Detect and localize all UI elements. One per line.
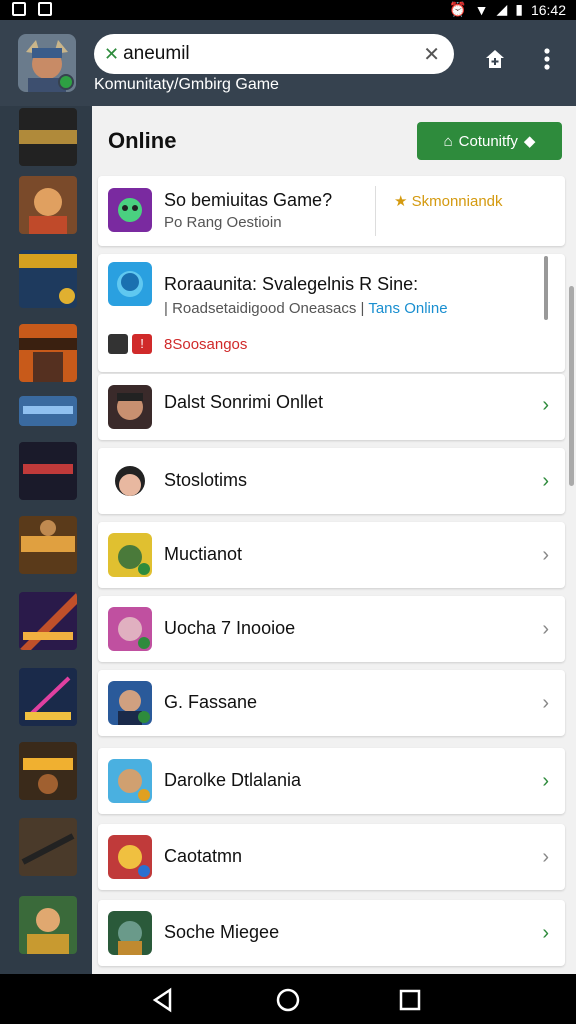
game-thumbnail[interactable] [19, 516, 77, 574]
featured-title: So bemiuitas Game? [164, 190, 333, 210]
game-thumbnail[interactable] [19, 250, 77, 308]
list-item-title: Caotatmn [164, 846, 243, 866]
divider [375, 186, 376, 236]
mini-avatar [108, 334, 128, 354]
list-item[interactable]: Dalst Sonrimi Onllet › [98, 374, 565, 440]
chevron-right-icon: › [542, 846, 549, 868]
game-thumbnail[interactable] [19, 176, 77, 234]
game-thumbnail[interactable] [19, 742, 77, 800]
details-card[interactable]: Roraaunita: Svalegelnis R Sine: | Roadse… [98, 254, 565, 372]
main-content: Online ⌂ Cotunitfy ◆ So bemiuitas Game? … [92, 106, 576, 974]
user-avatar [108, 459, 152, 503]
back-icon[interactable] [150, 987, 176, 1013]
online-link[interactable]: Tans Online [368, 300, 447, 317]
game-thumbnail[interactable] [19, 396, 77, 426]
game-thumbnail[interactable] [19, 896, 77, 954]
list-item-title: Uocha 7 Inooioe [164, 618, 296, 638]
recents-icon[interactable] [397, 987, 423, 1013]
list-item-title: Soche Miegee [164, 922, 280, 942]
wifi-icon: ▼ [474, 1, 489, 18]
game-thumbnail [108, 385, 152, 429]
game-thumbnail [108, 835, 152, 879]
list-item-title: G. Fassane [164, 692, 258, 712]
scrollbar[interactable] [569, 286, 574, 486]
app-bar: ✕ aneumil ✕ Komunitaty/Gmbirg Game [0, 20, 576, 106]
chevron-right-icon: › [542, 692, 549, 714]
list-item[interactable]: Uocha 7 Inooioe › [98, 596, 565, 662]
community-icon: ⌂ [443, 132, 453, 150]
game-thumbnail [108, 607, 152, 651]
list-item[interactable]: Darolke Dtlalania › [98, 748, 565, 814]
battery-icon: ▮ [515, 1, 523, 17]
notification-icon [12, 2, 26, 16]
add-home-icon[interactable] [480, 44, 510, 74]
list-item[interactable]: Muctianot › [98, 522, 565, 588]
status-bar: ⏰ ▼ ◢ ▮ 16:42 [0, 0, 576, 20]
game-thumbnail[interactable] [19, 108, 77, 166]
featured-side-label[interactable]: ★ Skmonniandk [394, 192, 503, 210]
signal-icon: ◢ [496, 1, 508, 17]
avatar[interactable] [18, 34, 76, 92]
chevron-right-icon: › [542, 770, 549, 792]
details-meta: | Roadsetaidigood Oneasacs | Tans Online [164, 300, 448, 317]
game-thumbnail[interactable] [19, 592, 77, 650]
featured-card[interactable]: So bemiuitas Game? Po Rang Oestioin ★ Sk… [98, 176, 565, 246]
app-subtitle: Komunitaty/Gmbirg Game [94, 76, 279, 93]
home-icon[interactable] [275, 987, 301, 1013]
game-thumbnail [108, 188, 152, 232]
chevron-right-icon: › [542, 618, 549, 640]
details-title: Roraaunita: Svalegelnis R Sine: [164, 274, 419, 294]
game-thumbnail [108, 262, 152, 306]
clear-icon[interactable]: ✕ [423, 42, 440, 67]
system-nav-bar [0, 974, 576, 1024]
list-item[interactable]: Soche Miegee › [98, 900, 565, 966]
clock: 16:42 [530, 1, 566, 18]
list-item-title: Dalst Sonrimi Onllet [164, 392, 324, 412]
game-thumbnail[interactable] [19, 324, 77, 382]
alert-icon: ! [132, 334, 152, 354]
search-query: aneumil [123, 43, 190, 64]
chevron-right-icon: › [542, 470, 549, 492]
details-warning: 8Soosangos [164, 336, 248, 353]
game-thumbnail[interactable] [19, 818, 77, 876]
list-item-title: Muctianot [164, 544, 243, 564]
star-icon: ★ [394, 193, 412, 210]
game-rail [0, 106, 92, 974]
more-vert-icon[interactable] [532, 44, 562, 74]
chevron-right-icon: › [542, 922, 549, 944]
community-button[interactable]: ⌂ Cotunitfy ◆ [417, 122, 562, 160]
chevron-right-icon: › [542, 544, 549, 566]
plus-icon: ✕ [104, 43, 120, 64]
game-thumbnail[interactable] [19, 668, 77, 726]
list-item[interactable]: Stoslotims › [98, 448, 565, 514]
list-item[interactable]: G. Fassane › [98, 670, 565, 736]
game-thumbnail [108, 533, 152, 577]
screenshot-icon [38, 2, 52, 16]
chevron-right-icon: › [542, 394, 549, 416]
list-item-title: Darolke Dtlalania [164, 770, 302, 790]
game-thumbnail [108, 681, 152, 725]
game-thumbnail[interactable] [19, 442, 77, 500]
search-input[interactable]: ✕ aneumil ✕ [94, 34, 454, 74]
featured-subtitle: Po Rang Oestioin [164, 214, 282, 231]
list-item-title: Stoslotims [164, 470, 248, 490]
community-button-label: Cotunitfy [458, 132, 518, 150]
card-scrollbar[interactable] [544, 256, 548, 320]
list-item[interactable]: Caotatmn › [98, 824, 565, 890]
game-thumbnail [108, 759, 152, 803]
game-thumbnail [108, 911, 152, 955]
page-title: Online [108, 128, 177, 153]
alarm-icon: ⏰ [449, 1, 467, 17]
online-badge [58, 74, 74, 90]
diamond-icon: ◆ [523, 133, 536, 150]
